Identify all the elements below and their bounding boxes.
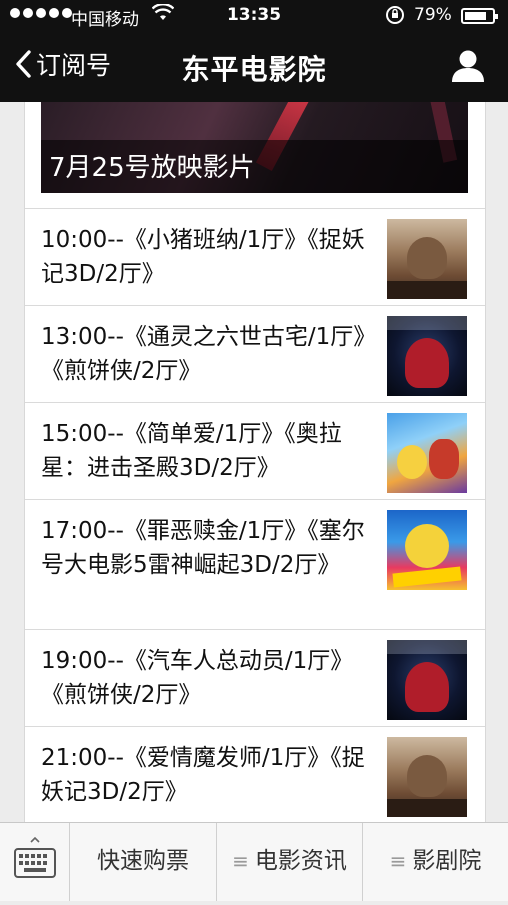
- showtime-row[interactable]: 15:00--《简单爱/1厅》《奥拉星：进击圣殿3D/2厅》: [25, 402, 485, 499]
- showtime-text: 10:00--《小猪班纳/1厅》《捉妖记3D/2厅》: [41, 227, 365, 287]
- showtime-text: 21:00--《爱情魔发师/1厅》《捉妖记3D/2厅》: [41, 745, 365, 805]
- article-content[interactable]: 7月25号放映影片 10:00--《小猪班纳/1厅》《捉妖记3D/2厅》 13:…: [24, 102, 486, 822]
- battery-fill: [465, 12, 486, 20]
- profile-button[interactable]: [450, 48, 486, 88]
- showtime-row[interactable]: 21:00--《爱情魔发师/1厅》《捉妖记3D/2厅》: [25, 726, 485, 822]
- page-title: 东平电影院: [181, 53, 327, 86]
- battery-percent: 79%: [414, 5, 452, 25]
- menu-item-label: 快速购票: [97, 848, 189, 874]
- status-bar: 中国移动 13:35 79%: [0, 0, 508, 34]
- menu-theater[interactable]: ≡ 影剧院: [363, 823, 508, 901]
- battery-icon: [461, 8, 498, 24]
- showtime-text: 13:00--《通灵之六世古宅/1厅》《煎饼侠/2厅》: [41, 324, 377, 384]
- nav-bar: 订阅号 东平电影院: [0, 34, 508, 102]
- banner-image: 7月25号放映影片: [41, 102, 468, 193]
- menu-item-label: 电影资讯: [254, 848, 347, 874]
- menu-quick-ticket[interactable]: 快速购票: [70, 823, 217, 901]
- showtime-text: 17:00--《罪恶赎金/1厅》《塞尔号大电影5雷神崛起3D/2厅》: [41, 518, 365, 578]
- banner-caption: 7月25号放映影片: [49, 153, 255, 183]
- menu-lines-icon: ≡: [232, 849, 249, 873]
- rotation-lock-icon: [384, 4, 406, 31]
- bottom-menu: 快速购票 ≡ 电影资讯 ≡ 影剧院: [0, 822, 508, 901]
- menu-item-label: 影剧院: [412, 848, 482, 874]
- showtime-list: 10:00--《小猪班纳/1厅》《捉妖记3D/2厅》 13:00--《通灵之六世…: [25, 208, 485, 822]
- menu-movie-news[interactable]: ≡ 电影资讯: [217, 823, 363, 901]
- movie-poster-thumbnail[interactable]: [387, 510, 467, 590]
- keyboard-toggle-button[interactable]: [0, 823, 70, 901]
- movie-poster-thumbnail[interactable]: [387, 413, 467, 493]
- showtime-row[interactable]: 10:00--《小猪班纳/1厅》《捉妖记3D/2厅》: [25, 208, 485, 305]
- movie-poster-thumbnail[interactable]: [387, 640, 467, 720]
- showtime-row[interactable]: 17:00--《罪恶赎金/1厅》《塞尔号大电影5雷神崛起3D/2厅》: [25, 499, 485, 629]
- top-bar: 中国移动 13:35 79% 订阅号 东平电影院: [0, 0, 508, 102]
- showtime-row[interactable]: 13:00--《通灵之六世古宅/1厅》《煎饼侠/2厅》: [25, 305, 485, 402]
- person-icon: [452, 50, 484, 82]
- movie-poster-thumbnail[interactable]: [387, 316, 467, 396]
- menu-lines-icon: ≡: [389, 849, 407, 873]
- showtime-row[interactable]: 19:00--《汽车人总动员/1厅》《煎饼侠/2厅》: [25, 629, 485, 726]
- movie-poster-thumbnail[interactable]: [387, 737, 467, 817]
- showtime-text: 19:00--《汽车人总动员/1厅》《煎饼侠/2厅》: [41, 648, 354, 708]
- keyboard-icon: [14, 836, 56, 878]
- showtime-text: 15:00--《简单爱/1厅》《奥拉星：进击圣殿3D/2厅》: [41, 421, 342, 481]
- movie-poster-thumbnail[interactable]: [387, 219, 467, 299]
